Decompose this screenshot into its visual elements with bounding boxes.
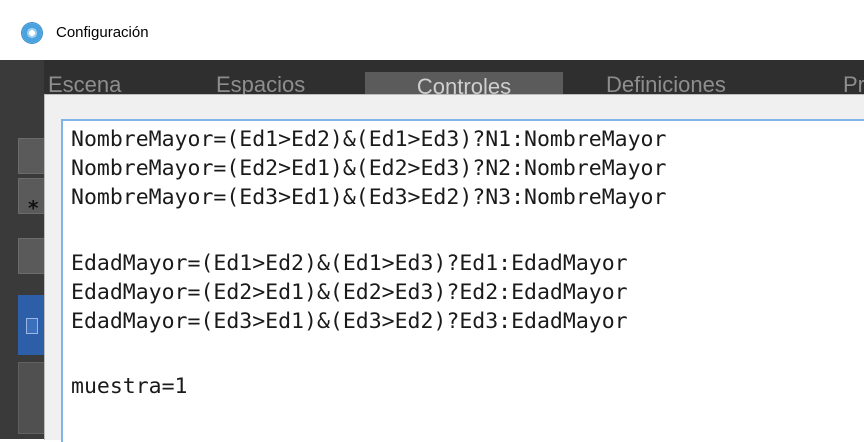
code-editor[interactable]: NombreMayor=(Ed1>Ed2)&(Ed1>Ed3)?N1:Nombr… bbox=[61, 119, 864, 442]
editor-line: EdadMayor=(Ed3>Ed1)&(Ed3>Ed2)?Ed3:EdadMa… bbox=[71, 309, 628, 334]
star-marker: * bbox=[28, 196, 39, 220]
editor-line: NombreMayor=(Ed2>Ed1)&(Ed2>Ed3)?N2:Nombr… bbox=[71, 156, 667, 181]
item-badge bbox=[26, 318, 38, 334]
editor-line: EdadMayor=(Ed2>Ed1)&(Ed2>Ed3)?Ed2:EdadMa… bbox=[71, 280, 628, 305]
editor-line: EdadMayor=(Ed1>Ed2)&(Ed1>Ed3)?Ed1:EdadMa… bbox=[71, 251, 628, 276]
editor-line: NombreMayor=(Ed3>Ed1)&(Ed3>Ed2)?N3:Nombr… bbox=[71, 185, 667, 210]
window-title: Configuración bbox=[56, 24, 149, 41]
configuration-dialog: NombreMayor=(Ed1>Ed2)&(Ed1>Ed3)?N1:Nombr… bbox=[44, 94, 864, 442]
app-icon bbox=[22, 23, 42, 43]
tab-bar: Escena Espacios Controles Definiciones P… bbox=[0, 60, 864, 104]
editor-line: muestra=1 bbox=[71, 374, 188, 399]
title-bar: Configuración bbox=[0, 0, 864, 61]
left-panel bbox=[0, 60, 48, 439]
editor-line: NombreMayor=(Ed1>Ed2)&(Ed1>Ed3)?N1:Nombr… bbox=[71, 127, 667, 152]
